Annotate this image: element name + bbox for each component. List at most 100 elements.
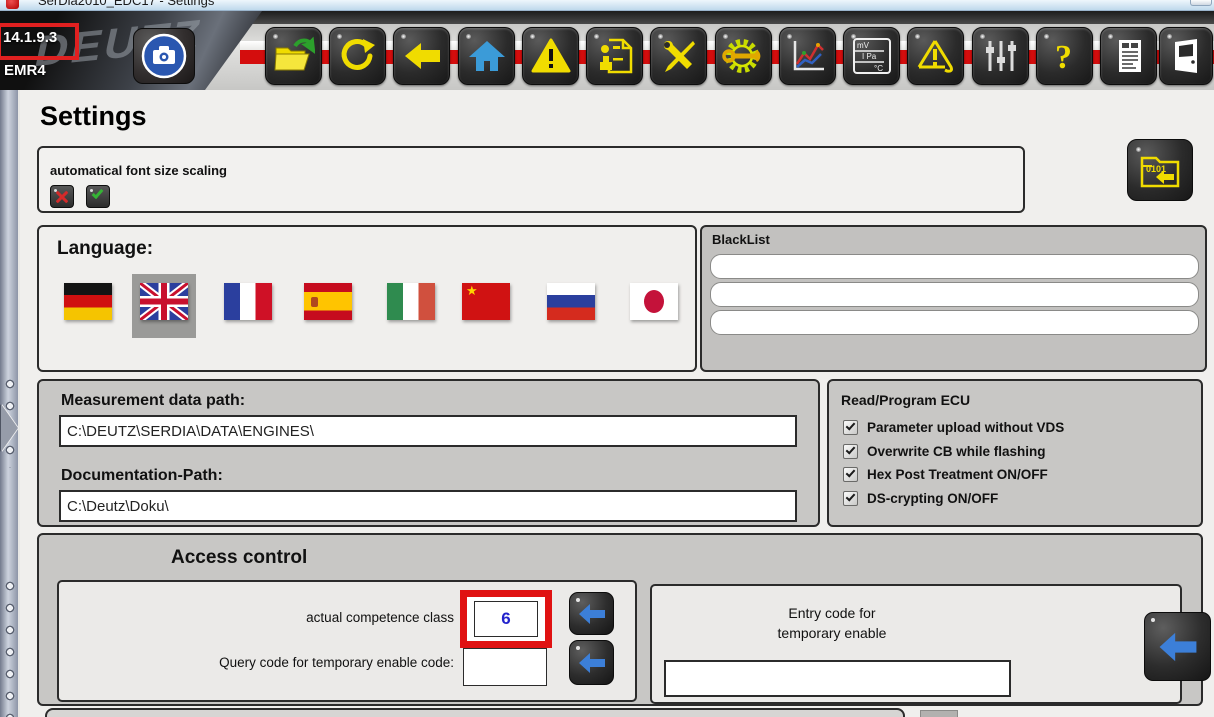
font-scaling-decline-button[interactable] [50, 185, 74, 208]
home-button[interactable] [458, 27, 515, 85]
spanish-flag[interactable] [304, 283, 352, 320]
checkbox-checked-icon [843, 420, 858, 435]
italian-flag[interactable] [387, 283, 435, 320]
print-report-icon [1109, 36, 1149, 76]
panel-expand-handle[interactable] [1, 404, 18, 452]
measurement-path-label: Measurement data path: [61, 392, 245, 410]
ecu-option-vds[interactable]: Parameter upload without VDS [843, 418, 1064, 436]
code-folder-icon: 0101 [1136, 148, 1184, 192]
japanese-flag[interactable] [630, 283, 678, 320]
blue-left-arrow-icon [577, 602, 607, 626]
measured-values-button[interactable]: mV I Pa °C [843, 27, 900, 85]
graph-button[interactable] [779, 27, 836, 85]
service-gear-icon [722, 36, 766, 76]
page-title: Settings [40, 101, 147, 132]
exit-button[interactable] [1159, 27, 1213, 85]
blue-left-arrow-icon [1156, 630, 1200, 664]
error-warning-icon [915, 36, 957, 76]
tools-button[interactable] [650, 27, 707, 85]
ecu-type-label: EMR4 [4, 62, 46, 79]
ecu-option-ds-crypting[interactable]: DS-crypting ON/OFF [843, 489, 998, 507]
font-scaling-panel: automatical font size scaling [37, 146, 1025, 213]
ecu-option-label: Overwrite CB while flashing [867, 444, 1046, 459]
blacklist-panel: BlackList [700, 225, 1207, 372]
access-control-panel: Access control actual competence class 6… [37, 533, 1203, 706]
competence-class-label: actual competence class [59, 610, 454, 625]
documentation-path-label: Documentation-Path: [61, 467, 223, 485]
warning-triangle-icon [531, 36, 571, 76]
refresh-button[interactable] [329, 27, 386, 85]
blacklist-entry-2[interactable] [710, 282, 1199, 307]
window-titlebar: SerDia2010_EDC17 - Settings [0, 0, 1214, 11]
app-icon [6, 0, 19, 9]
entry-code-label: Entry code for temporary enable [682, 603, 982, 643]
flash-file-button[interactable] [586, 27, 643, 85]
blue-left-arrow-icon [577, 651, 607, 675]
entry-code-label-line2: temporary enable [778, 625, 887, 641]
back-arrow-icon [402, 36, 442, 76]
back-button[interactable] [393, 27, 450, 85]
documentation-path-input[interactable] [59, 490, 797, 522]
query-code-submit-button[interactable] [569, 640, 614, 685]
language-panel: Language: [37, 225, 697, 372]
font-scaling-label: automatical font size scaling [50, 163, 227, 178]
load-code-folder-button[interactable]: 0101 [1127, 139, 1193, 201]
warning-button[interactable] [522, 27, 579, 85]
french-flag[interactable] [224, 283, 272, 320]
blacklist-entry-3[interactable] [710, 310, 1199, 335]
svg-text:°C: °C [874, 64, 883, 73]
open-folder-button[interactable] [265, 27, 322, 85]
rail-rivets-bottom [4, 578, 16, 717]
ecu-option-label: Hex Post Treatment ON/OFF [867, 467, 1048, 482]
toolbar: DEUTZ 14.1.9.3 EMR4 [0, 11, 1214, 90]
parameters-button[interactable] [972, 27, 1029, 85]
svg-text:I Pa: I Pa [862, 52, 877, 61]
window-controls[interactable] [1190, 0, 1212, 6]
russian-flag[interactable] [547, 283, 595, 320]
query-code-label: Query code for temporary enable code: [59, 655, 454, 670]
british-flag[interactable] [140, 283, 188, 320]
ecu-option-label: Parameter upload without VDS [867, 420, 1064, 435]
access-control-title: Access control [171, 547, 307, 569]
help-button[interactable]: ? [1036, 27, 1093, 85]
read-program-ecu-title: Read/Program ECU [841, 392, 970, 408]
german-flag[interactable] [64, 283, 112, 320]
blacklist-entry-1[interactable] [710, 254, 1199, 279]
read-program-ecu-panel: Read/Program ECU Parameter upload withou… [827, 379, 1203, 527]
query-code-input[interactable] [463, 648, 547, 686]
competence-box: actual competence class 6 Query code for… [57, 580, 637, 702]
green-check-icon [92, 187, 104, 199]
graph-icon [788, 36, 828, 76]
competence-class-value[interactable]: 6 [474, 601, 538, 637]
home-icon [467, 36, 507, 76]
checkbox-checked-icon [843, 444, 858, 459]
language-label: Language: [57, 238, 153, 260]
entry-code-label-line1: Entry code for [788, 605, 875, 621]
print-report-button[interactable] [1100, 27, 1157, 85]
entry-code-submit-button[interactable] [1144, 612, 1211, 681]
checkbox-checked-icon [843, 467, 858, 482]
error-warning-button[interactable] [907, 27, 964, 85]
help-icon: ? [1045, 36, 1085, 76]
svg-text:mV: mV [857, 41, 870, 50]
checkbox-checked-icon [843, 491, 858, 506]
service-settings-button[interactable] [715, 27, 772, 85]
next-section-edge [45, 708, 905, 717]
next-section-stub [920, 710, 958, 717]
entry-code-box: Entry code for temporary enable [650, 584, 1182, 704]
chinese-flag[interactable] [462, 283, 510, 320]
competence-submit-button[interactable] [569, 592, 614, 635]
ecu-option-overwrite-cb[interactable]: Overwrite CB while flashing [843, 442, 1046, 460]
screenshot-button[interactable] [133, 28, 195, 84]
open-folder-icon [273, 36, 315, 76]
font-scaling-accept-button[interactable] [86, 185, 110, 208]
entry-code-input[interactable] [664, 660, 1011, 697]
camera-icon [141, 33, 187, 79]
tools-icon [659, 36, 699, 76]
measurement-path-input[interactable] [59, 415, 797, 447]
exit-door-icon [1167, 36, 1205, 76]
parameter-sliders-icon [981, 36, 1021, 76]
flash-file-icon [595, 36, 635, 76]
competence-highlight-box: 6 [460, 590, 552, 648]
ecu-option-hex-post[interactable]: Hex Post Treatment ON/OFF [843, 465, 1048, 483]
